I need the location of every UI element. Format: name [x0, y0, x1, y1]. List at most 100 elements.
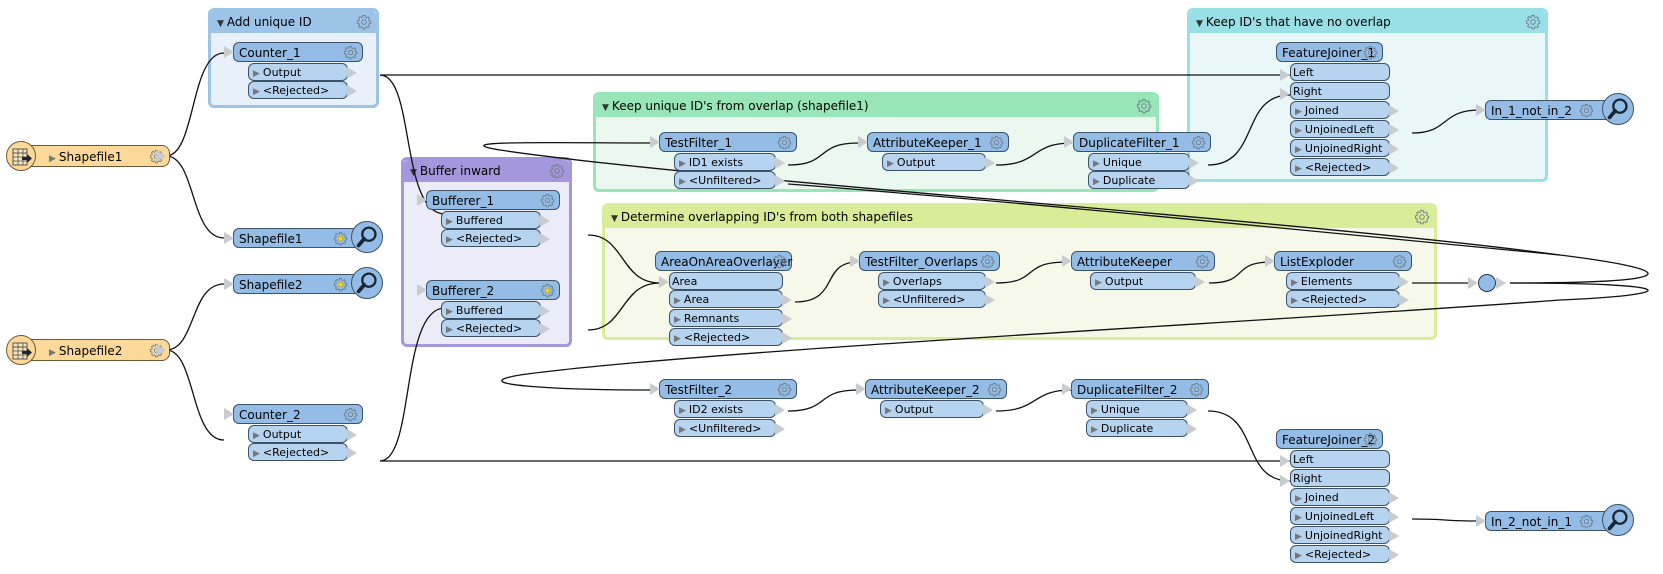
output-port-arrow-icon[interactable]: [347, 447, 357, 459]
input-port-arrow-icon[interactable]: [224, 232, 234, 244]
transformer-header[interactable]: DuplicateFilter_1: [1073, 132, 1211, 152]
expand-triangle-icon[interactable]: ▶: [446, 217, 453, 227]
expand-triangle-icon[interactable]: ▶: [446, 325, 453, 335]
input-port-arrow-icon[interactable]: [858, 136, 868, 148]
gear-sun-icon[interactable]: [333, 231, 348, 246]
bookmark-header[interactable]: ▼ Determine overlapping ID's from both sh…: [605, 206, 1434, 228]
expand-triangle-icon[interactable]: ▶: [1095, 278, 1102, 288]
output-port[interactable]: ▶ Unique: [1088, 153, 1199, 171]
output-port-arrow-icon[interactable]: [985, 294, 995, 306]
output-port-arrow-icon[interactable]: [1389, 549, 1399, 561]
output-port[interactable]: ▶ Output: [248, 63, 357, 81]
output-port[interactable]: ▶ Overlaps: [878, 272, 995, 290]
magnifier-icon[interactable]: [351, 221, 383, 253]
expand-triangle-icon[interactable]: ▶: [1091, 425, 1098, 435]
output-port[interactable]: ▶ Duplicate: [1086, 419, 1197, 437]
output-port[interactable]: ▶ <Rejected>: [248, 81, 357, 99]
output-port-arrow-icon[interactable]: [156, 344, 166, 356]
expand-triangle-icon[interactable]: ▶: [253, 431, 260, 441]
gear-icon[interactable]: [989, 135, 1004, 150]
gear-icon[interactable]: [777, 382, 792, 397]
output-port[interactable]: ▶ <Rejected>: [1290, 158, 1399, 176]
input-port-arrow-icon[interactable]: [1280, 69, 1290, 81]
input-port-arrow-icon[interactable]: [1280, 88, 1290, 100]
transformer-header[interactable]: AreaOnAreaOverlayer: [655, 251, 792, 271]
output-port-arrow-icon[interactable]: [347, 85, 357, 97]
transformer-header[interactable]: AttributeKeeper_2: [865, 379, 1007, 399]
collapse-triangle-icon[interactable]: ▼: [410, 168, 417, 178]
output-port[interactable]: ▶ Joined: [1290, 101, 1399, 119]
input-port-arrow-icon[interactable]: [850, 255, 860, 267]
input-port-arrow-icon[interactable]: [1280, 475, 1290, 487]
output-port-arrow-icon[interactable]: [1195, 276, 1205, 288]
output-port-arrow-icon[interactable]: [1389, 105, 1399, 117]
gear-icon[interactable]: [1189, 382, 1204, 397]
output-port-arrow-icon[interactable]: [775, 404, 785, 416]
output-port-arrow-icon[interactable]: [1389, 530, 1399, 542]
output-port[interactable]: ▶ UnjoinedLeft: [1290, 507, 1399, 525]
expand-triangle-icon[interactable]: ▶: [679, 177, 686, 187]
output-port-arrow-icon[interactable]: [782, 332, 792, 344]
expand-triangle-icon[interactable]: ▶: [674, 296, 681, 306]
output-port-arrow-icon[interactable]: [540, 323, 550, 335]
gear-icon[interactable]: [1392, 254, 1407, 269]
output-port[interactable]: ▶ Duplicate: [1088, 171, 1199, 189]
output-port[interactable]: ▶ Unique: [1086, 400, 1197, 418]
input-port[interactable]: Left: [1290, 63, 1390, 81]
input-port-arrow-icon[interactable]: [417, 284, 427, 296]
magnifier-icon[interactable]: [1602, 504, 1634, 536]
gear-icon[interactable]: [343, 407, 358, 422]
bookmark-header[interactable]: ▼ Keep unique ID's from overlap (shapefil…: [596, 95, 1156, 117]
inspector-header[interactable]: Shapefile1: [233, 228, 363, 248]
gear-icon[interactable]: [343, 45, 358, 60]
expand-triangle-icon[interactable]: ▶: [1091, 406, 1098, 416]
input-port[interactable]: Right: [1290, 82, 1390, 100]
output-port[interactable]: ▶ UnjoinedLeft: [1290, 120, 1399, 138]
expand-triangle-icon[interactable]: ▶: [887, 159, 894, 169]
output-port[interactable]: ▶ <Unfiltered>: [674, 419, 785, 437]
expand-triangle-icon[interactable]: ▶: [49, 154, 56, 164]
transformer-header[interactable]: TestFilter_2: [659, 379, 797, 399]
input-port-arrow-icon[interactable]: [1064, 136, 1074, 148]
output-port-arrow-icon[interactable]: [540, 305, 550, 317]
input-port-arrow-icon[interactable]: [1062, 255, 1072, 267]
input-port-arrow-icon[interactable]: [650, 136, 660, 148]
output-port[interactable]: ▶ <Unfiltered>: [878, 290, 995, 308]
inspector-header[interactable]: In_1_not_in_2: [1485, 100, 1613, 120]
expand-triangle-icon[interactable]: ▶: [1295, 164, 1302, 174]
input-port-arrow-icon[interactable]: [856, 383, 866, 395]
output-port[interactable]: ▶ <Unfiltered>: [674, 171, 785, 189]
transformer-header[interactable]: FeatureJoiner_1: [1276, 42, 1383, 62]
input-port[interactable]: Area: [669, 272, 783, 290]
output-port-arrow-icon[interactable]: [985, 157, 995, 169]
output-port[interactable]: ▶ <Rejected>: [1286, 290, 1409, 308]
transformer-header[interactable]: FeatureJoiner_2: [1276, 429, 1383, 449]
expand-triangle-icon[interactable]: ▶: [253, 449, 260, 459]
expand-triangle-icon[interactable]: ▶: [679, 425, 686, 435]
reader-header[interactable]: ▶ Shapefile1: [30, 145, 170, 167]
expand-triangle-icon[interactable]: ▶: [1291, 278, 1298, 288]
transformer-header[interactable]: AttributeKeeper: [1071, 251, 1215, 271]
gear-icon[interactable]: [1414, 209, 1430, 225]
gear-icon[interactable]: [980, 254, 995, 269]
transformer-header[interactable]: DuplicateFilter_2: [1071, 379, 1209, 399]
inspector-header[interactable]: In_2_not_in_1: [1485, 511, 1613, 531]
collapse-triangle-icon[interactable]: ▼: [602, 103, 609, 113]
gear-icon[interactable]: [1363, 432, 1378, 447]
transformer-header[interactable]: Counter_2: [233, 404, 363, 424]
gear-icon[interactable]: [1525, 14, 1541, 30]
output-port[interactable]: ▶ Output: [880, 400, 993, 418]
collapse-triangle-icon[interactable]: ▼: [217, 19, 224, 29]
transformer-header[interactable]: TestFilter_Overlaps: [859, 251, 1000, 271]
expand-triangle-icon[interactable]: ▶: [446, 235, 453, 245]
gear-sun-icon[interactable]: [540, 283, 555, 298]
collapse-triangle-icon[interactable]: ▼: [1196, 19, 1203, 29]
collapse-triangle-icon[interactable]: ▼: [611, 214, 618, 224]
output-port-arrow-icon[interactable]: [1189, 157, 1199, 169]
output-port[interactable]: ▶ <Rejected>: [441, 229, 550, 247]
output-port-arrow-icon[interactable]: [782, 294, 792, 306]
output-port-arrow-icon[interactable]: [985, 276, 995, 288]
magnifier-icon[interactable]: [351, 267, 383, 299]
expand-triangle-icon[interactable]: ▶: [446, 307, 453, 317]
junction-output-arrow-icon[interactable]: [1496, 277, 1506, 289]
